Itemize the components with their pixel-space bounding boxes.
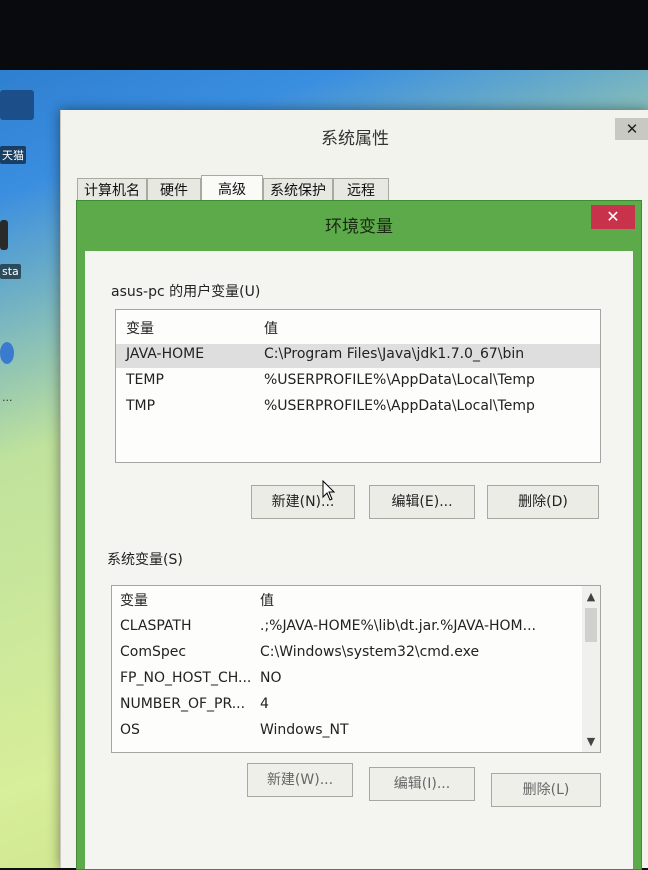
- environment-variables-dialog: 环境变量 ✕ asus-pc 的用户变量(U) 变量 值 JAVA-HOME C…: [76, 200, 642, 870]
- list-item[interactable]: FP_NO_HOST_CH... NO: [112, 668, 600, 692]
- variable-name: JAVA-HOME: [126, 346, 205, 362]
- variable-value: C:\Windows\system32\cmd.exe: [260, 644, 480, 660]
- variable-name: CLASPATH: [120, 618, 192, 634]
- user-delete-button[interactable]: 删除(D): [487, 485, 599, 519]
- scroll-up-icon[interactable]: ▲: [582, 590, 600, 603]
- desktop-icon-label: ...: [2, 391, 13, 404]
- list-item[interactable]: CLASPATH .;%JAVA-HOME%\lib\dt.jar.%JAVA-…: [112, 616, 600, 640]
- close-icon[interactable]: ✕: [615, 118, 648, 140]
- list-item[interactable]: ComSpec C:\Windows\system32\cmd.exe: [112, 642, 600, 666]
- variable-name: ComSpec: [120, 644, 187, 660]
- variable-name: OS: [120, 722, 140, 738]
- user-variables-list[interactable]: 变量 值 JAVA-HOME C:\Program Files\Java\jdk…: [115, 309, 601, 463]
- system-properties-title: 系统属性: [321, 129, 389, 149]
- mouse-pointer-icon: [322, 480, 336, 501]
- variable-value: %USERPROFILE%\AppData\Local\Temp: [264, 372, 535, 388]
- desktop-app-icon[interactable]: [0, 90, 34, 120]
- variable-name: TMP: [126, 398, 156, 414]
- variable-name: FP_NO_HOST_CH...: [120, 670, 252, 686]
- column-header-variable[interactable]: 变量: [120, 590, 148, 610]
- list-item[interactable]: NUMBER_OF_PR... 4: [112, 694, 600, 718]
- desktop-icon-label: sta: [0, 264, 21, 279]
- system-variables-list[interactable]: 变量 值 CLASPATH .;%JAVA-HOME%\lib\dt.jar.%…: [111, 585, 601, 753]
- scroll-down-icon[interactable]: ▼: [582, 735, 600, 748]
- scroll-thumb[interactable]: [585, 608, 597, 642]
- screen-bezel: [0, 0, 648, 78]
- system-delete-button[interactable]: 删除(L): [491, 773, 601, 807]
- dialog-body: asus-pc 的用户变量(U) 变量 值 JAVA-HOME C:\Progr…: [85, 251, 633, 869]
- column-header-value[interactable]: 值: [264, 318, 278, 338]
- variable-value: 4: [260, 696, 269, 712]
- desktop-app-icon[interactable]: [0, 342, 14, 364]
- system-new-button[interactable]: 新建(W)...: [247, 763, 353, 797]
- list-item[interactable]: TEMP %USERPROFILE%\AppData\Local\Temp: [116, 370, 600, 394]
- variable-value: %USERPROFILE%\AppData\Local\Temp: [264, 398, 535, 414]
- column-header-variable[interactable]: 变量: [126, 318, 154, 338]
- desktop-icon-label: 天猫: [0, 146, 26, 164]
- user-new-button[interactable]: 新建(N)...: [251, 485, 355, 519]
- variable-name: NUMBER_OF_PR...: [120, 696, 246, 712]
- user-variables-label: asus-pc 的用户变量(U): [111, 284, 261, 300]
- variable-value: C:\Program Files\Java\jdk1.7.0_67\bin: [264, 346, 525, 362]
- list-item[interactable]: OS Windows_NT: [112, 720, 600, 744]
- user-edit-button[interactable]: 编辑(E)...: [369, 485, 475, 519]
- scrollbar[interactable]: ▲ ▼: [582, 586, 600, 752]
- variable-name: TEMP: [126, 372, 164, 388]
- desktop-app-icon[interactable]: [0, 220, 8, 250]
- list-item[interactable]: TMP %USERPROFILE%\AppData\Local\Temp: [116, 396, 600, 420]
- list-item[interactable]: JAVA-HOME C:\Program Files\Java\jdk1.7.0…: [116, 344, 600, 368]
- environment-variables-title: 环境变量: [325, 217, 393, 237]
- variable-value: Windows_NT: [260, 722, 349, 738]
- system-edit-button[interactable]: 编辑(I)...: [369, 767, 475, 801]
- close-icon[interactable]: ✕: [591, 205, 635, 229]
- variable-value: NO: [260, 670, 282, 686]
- variable-value: .;%JAVA-HOME%\lib\dt.jar.%JAVA-HOM...: [260, 618, 536, 634]
- column-header-value[interactable]: 值: [260, 590, 274, 610]
- system-variables-label: 系统变量(S): [107, 552, 183, 568]
